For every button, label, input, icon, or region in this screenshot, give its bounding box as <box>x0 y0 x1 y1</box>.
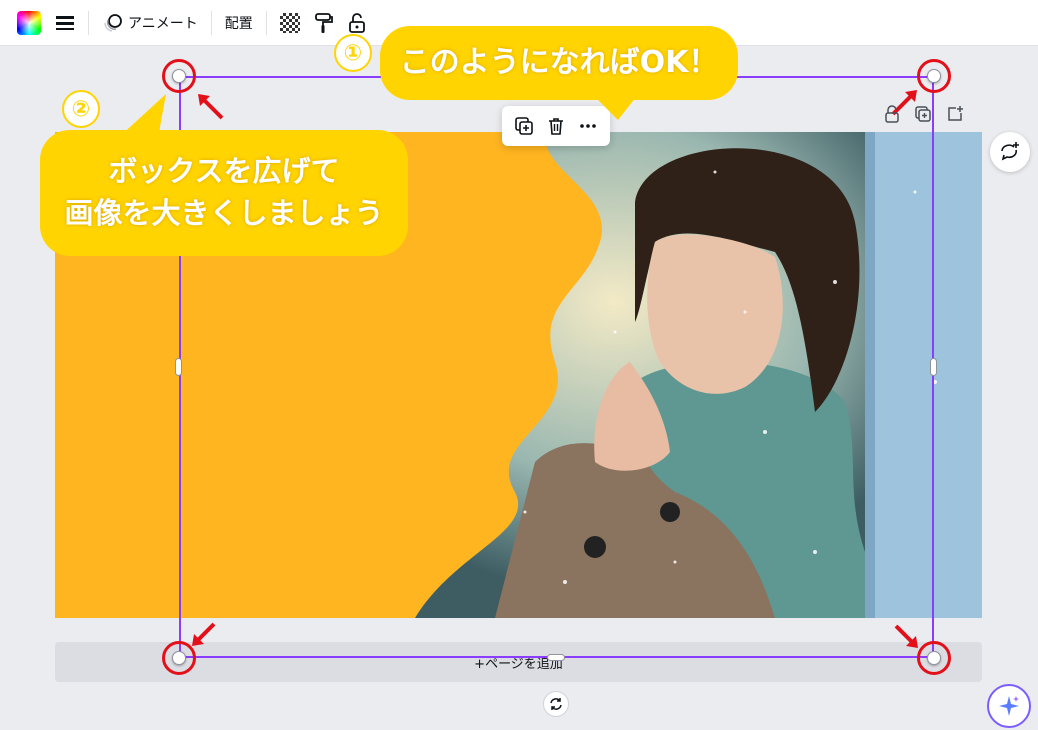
highlight-ring <box>917 641 951 675</box>
resize-handle-left[interactable] <box>175 358 182 376</box>
highlight-ring <box>162 59 196 93</box>
animate-label: アニメート <box>128 15 198 32</box>
arrow-up-left-icon <box>198 94 224 120</box>
copy-style-button[interactable] <box>307 6 341 40</box>
transparency-icon <box>279 12 300 33</box>
resize-handle-right[interactable] <box>930 358 937 376</box>
step-number-2: ② <box>62 90 100 128</box>
toolbar-divider <box>265 10 267 35</box>
duplicate-icon[interactable] <box>514 116 534 136</box>
callout-step2-line1: ボックスを広げて <box>108 154 340 188</box>
callout-step1: このようになればOK！ <box>380 26 738 100</box>
arrange-button[interactable]: 配置 <box>218 6 260 40</box>
animate-button[interactable]: アニメート <box>95 6 205 40</box>
resize-handle-bottom[interactable] <box>547 654 565 661</box>
lines-icon <box>56 15 74 30</box>
refresh-button[interactable] <box>543 691 569 717</box>
refresh-icon <box>550 698 562 710</box>
toolbar-divider <box>210 10 212 35</box>
add-comment-button[interactable] <box>990 132 1030 172</box>
color-picker-button[interactable] <box>10 6 48 40</box>
toolbar-divider <box>88 10 89 35</box>
trash-icon[interactable] <box>546 116 566 136</box>
arrow-down-left-icon <box>192 622 216 646</box>
comment-plus-icon <box>1001 142 1019 161</box>
animate-icon <box>104 13 122 32</box>
callout-step2: ボックスを広げて 画像を大きくしましょう <box>40 130 408 256</box>
highlight-ring <box>917 59 951 93</box>
page-tools <box>884 102 984 126</box>
callout-step2-line2: 画像を大きくしましょう <box>64 196 384 230</box>
border-style-button[interactable] <box>48 6 82 40</box>
step-number-1: ① <box>334 34 372 72</box>
duplicate-page-icon[interactable] <box>914 105 932 123</box>
add-page-icon[interactable] <box>946 105 964 123</box>
callout-step1-text: このようになればOK！ <box>399 45 719 80</box>
paint-roller-icon <box>314 12 333 33</box>
arrow-down-right-icon <box>894 624 918 648</box>
lock-icon <box>348 12 365 33</box>
lock-icon[interactable] <box>884 105 900 123</box>
sparkle-icon <box>999 696 1019 716</box>
transparency-button[interactable] <box>273 6 307 40</box>
color-swatch-icon <box>17 10 41 35</box>
magic-assistant-button[interactable] <box>987 684 1031 728</box>
